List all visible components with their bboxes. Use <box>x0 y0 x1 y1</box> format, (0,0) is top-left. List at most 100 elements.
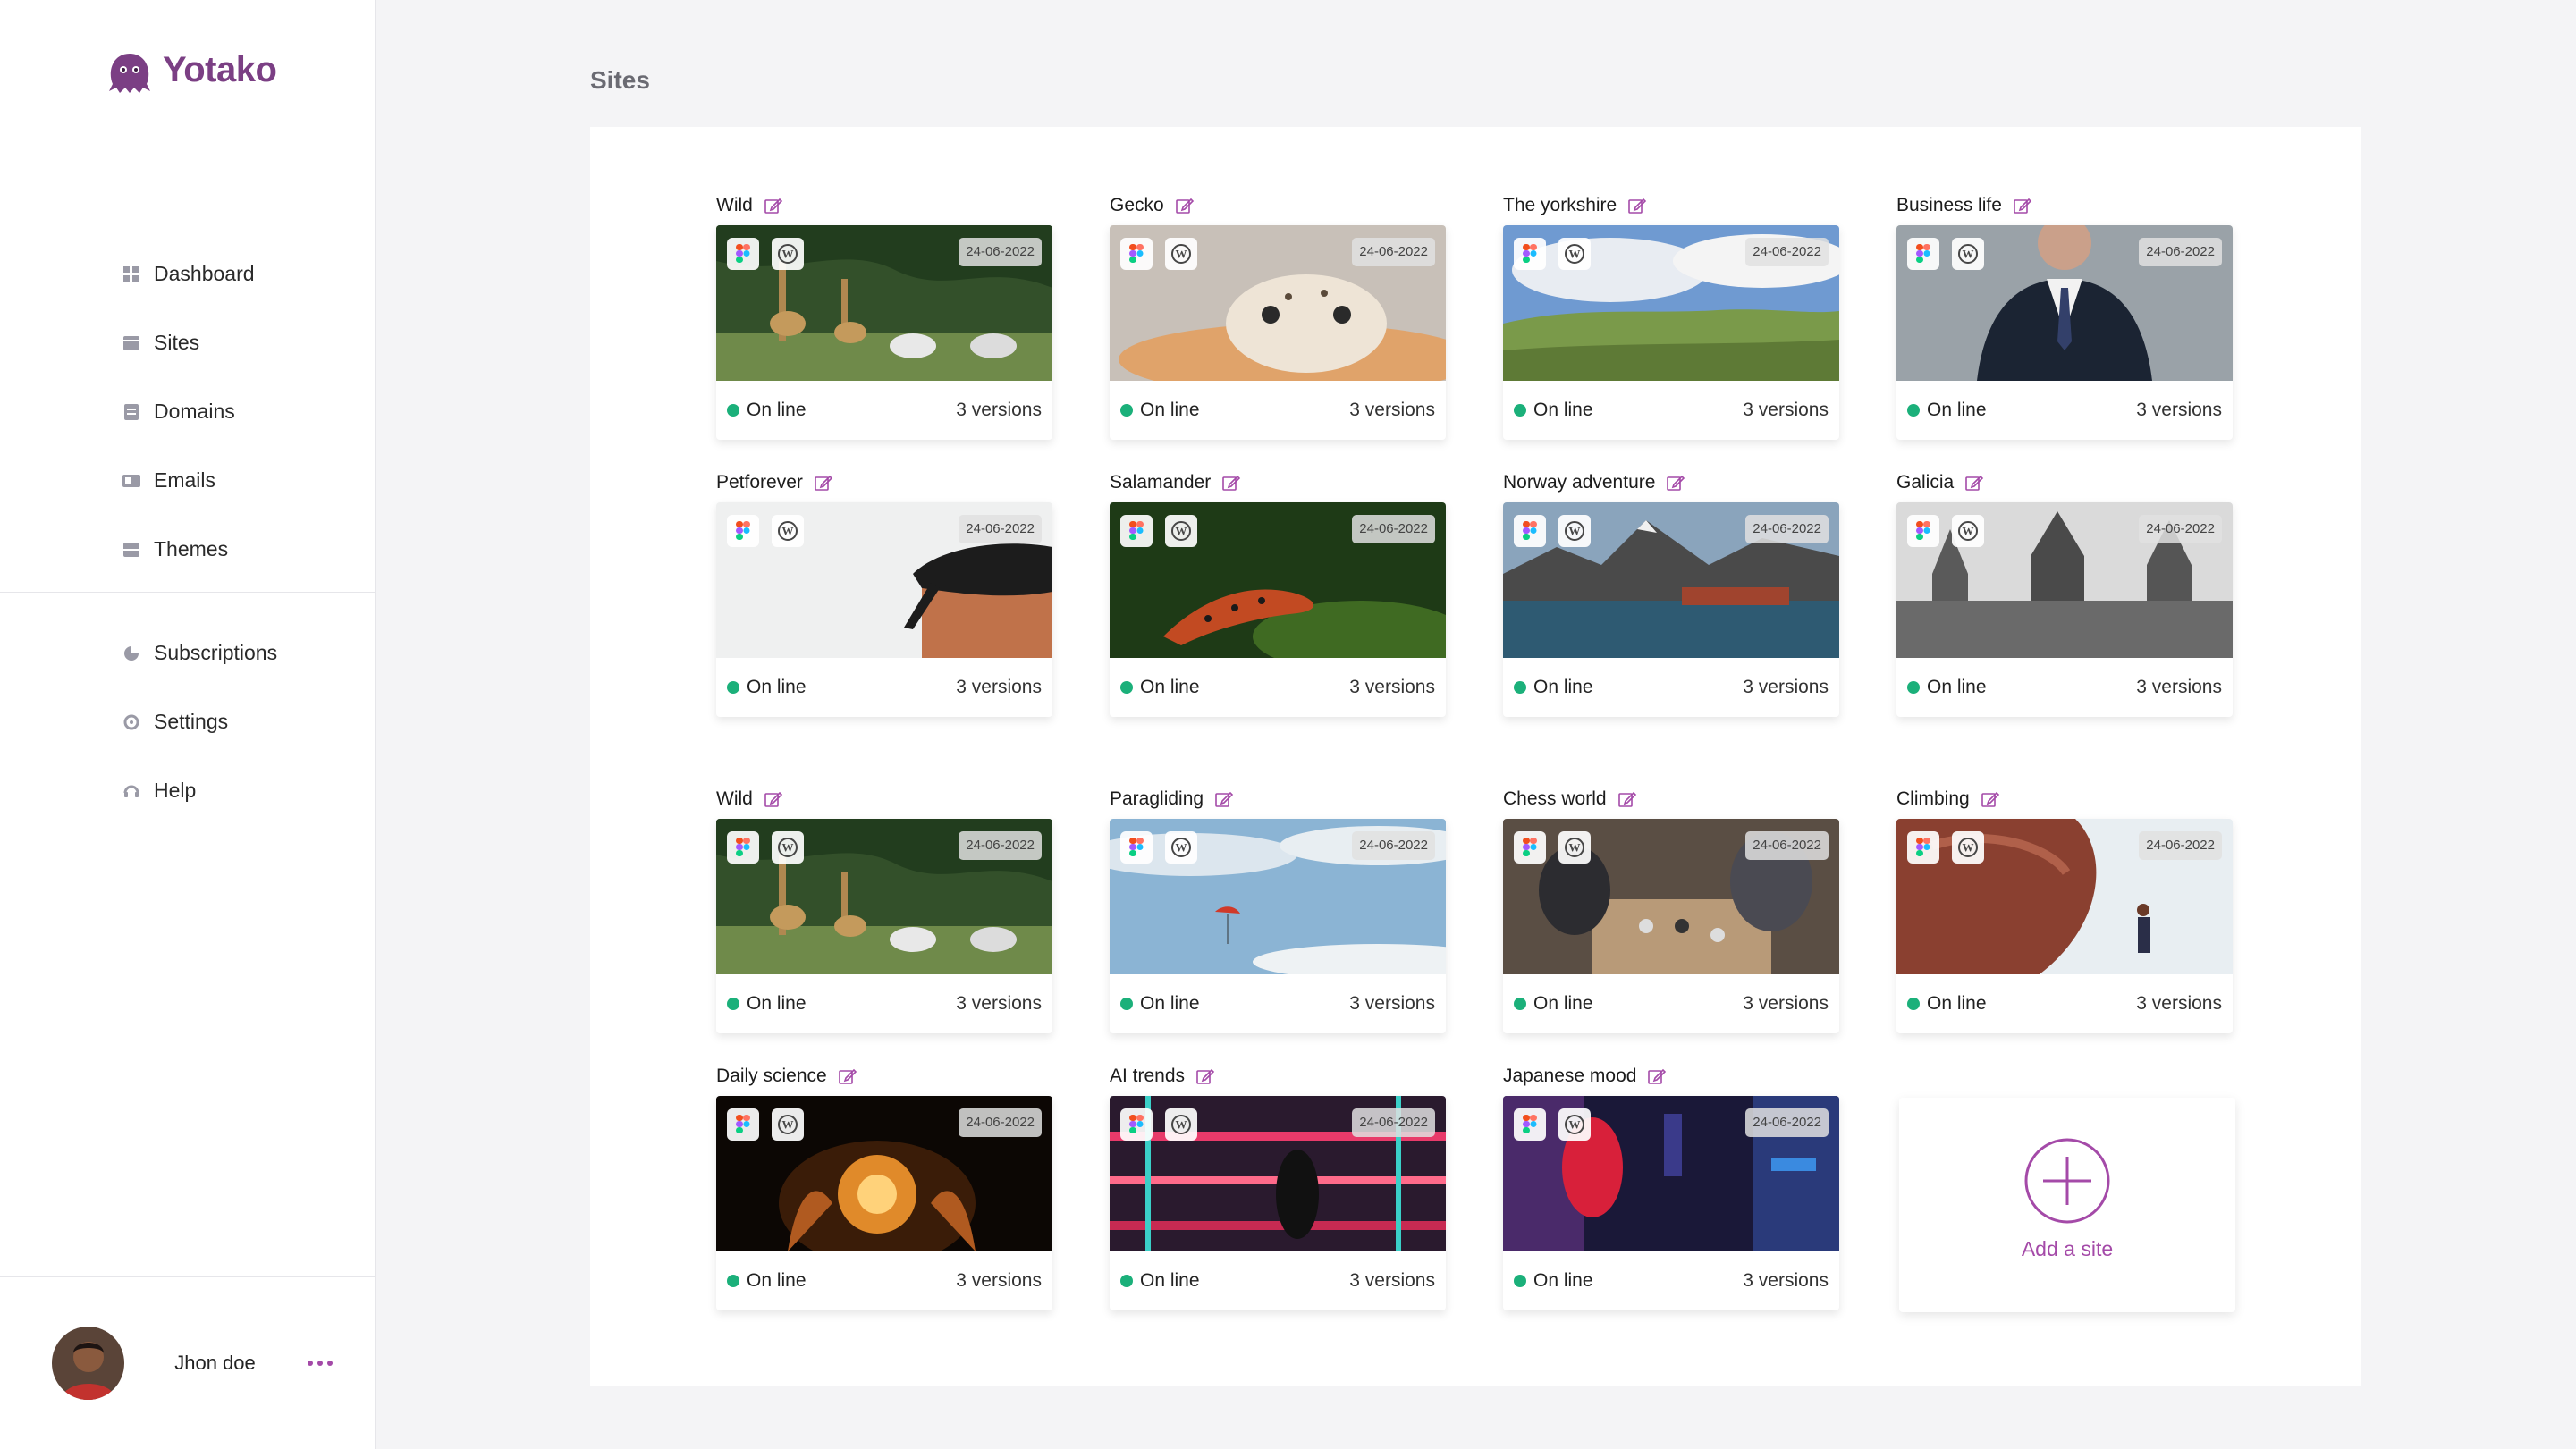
site-card[interactable]: Salamander W 24-06-2022 On line 3 versions <box>1110 463 1446 717</box>
site-card[interactable]: AI trends W 24-06-2022 On line 3 versions <box>1110 1057 1446 1310</box>
site-card-body[interactable]: W 24-06-2022 On line 3 versions <box>1896 819 2233 1033</box>
edit-icon[interactable] <box>1195 1066 1215 1086</box>
site-card-body[interactable]: W 24-06-2022 On line 3 versions <box>1896 225 2233 440</box>
versions-count[interactable]: 3 versions <box>2136 993 2222 1015</box>
edit-icon[interactable] <box>1964 473 1984 493</box>
site-card-body[interactable]: W 24-06-2022 On line 3 versions <box>1503 225 1839 440</box>
site-thumbnail[interactable]: W 24-06-2022 <box>716 819 1052 974</box>
add-site-button[interactable]: Add a site <box>1899 1098 2235 1312</box>
figma-icon[interactable] <box>1514 515 1546 547</box>
versions-count[interactable]: 3 versions <box>956 677 1042 698</box>
figma-icon[interactable] <box>1907 831 1939 864</box>
site-thumbnail[interactable]: W 24-06-2022 <box>1110 225 1446 381</box>
site-thumbnail[interactable]: W 24-06-2022 <box>1503 502 1839 658</box>
versions-count[interactable]: 3 versions <box>1349 677 1435 698</box>
sidebar-item-sites[interactable]: Sites <box>0 308 376 377</box>
figma-icon[interactable] <box>1514 238 1546 270</box>
site-card[interactable]: Norway adventure W 24-06-2022 On line 3 vers… <box>1503 463 1839 717</box>
site-card-body[interactable]: W 24-06-2022 On line 3 versions <box>1110 502 1446 717</box>
more-options-button[interactable] <box>302 1355 338 1371</box>
sidebar-item-emails[interactable]: Emails <box>0 446 376 515</box>
edit-icon[interactable] <box>1627 196 1647 215</box>
site-thumbnail[interactable]: W 24-06-2022 <box>1503 1096 1839 1251</box>
wordpress-icon[interactable]: W <box>1165 1108 1197 1141</box>
site-card-body[interactable]: W 24-06-2022 On line 3 versions <box>716 1096 1052 1310</box>
sidebar-item-help[interactable]: Help <box>0 756 376 825</box>
site-card-body[interactable]: W 24-06-2022 On line 3 versions <box>1110 819 1446 1033</box>
site-thumbnail[interactable]: W 24-06-2022 <box>716 225 1052 381</box>
sidebar-item-settings[interactable]: Settings <box>0 687 376 756</box>
wordpress-icon[interactable]: W <box>1952 515 1984 547</box>
sidebar-item-subscriptions[interactable]: Subscriptions <box>0 619 376 687</box>
wordpress-icon[interactable]: W <box>1952 831 1984 864</box>
edit-icon[interactable] <box>2013 196 2032 215</box>
edit-icon[interactable] <box>1647 1066 1667 1086</box>
versions-count[interactable]: 3 versions <box>956 993 1042 1015</box>
site-card[interactable]: Chess world W 24-06-2022 On line 3 versions <box>1503 779 1839 1033</box>
figma-icon[interactable] <box>1907 238 1939 270</box>
wordpress-icon[interactable]: W <box>772 515 804 547</box>
wordpress-icon[interactable]: W <box>1952 238 1984 270</box>
site-card-body[interactable]: W 24-06-2022 On line 3 versions <box>1896 502 2233 717</box>
site-card-body[interactable]: W 24-06-2022 On line 3 versions <box>1503 502 1839 717</box>
site-card[interactable]: Wild W 24-06-2022 On line 3 versions <box>716 186 1052 440</box>
figma-icon[interactable] <box>1120 831 1153 864</box>
edit-icon[interactable] <box>1214 789 1234 809</box>
site-card-body[interactable]: W 24-06-2022 On line 3 versions <box>1503 819 1839 1033</box>
site-thumbnail[interactable]: W 24-06-2022 <box>1110 819 1446 974</box>
edit-icon[interactable] <box>764 789 783 809</box>
wordpress-icon[interactable]: W <box>1558 238 1591 270</box>
wordpress-icon[interactable]: W <box>1558 1108 1591 1141</box>
avatar[interactable] <box>52 1327 125 1400</box>
site-card[interactable]: Paragliding W 24-06-2022 On line 3 versions <box>1110 779 1446 1033</box>
wordpress-icon[interactable]: W <box>772 238 804 270</box>
edit-icon[interactable] <box>1617 789 1637 809</box>
versions-count[interactable]: 3 versions <box>1349 993 1435 1015</box>
wordpress-icon[interactable]: W <box>772 831 804 864</box>
site-thumbnail[interactable]: W 24-06-2022 <box>1503 225 1839 381</box>
site-thumbnail[interactable]: W 24-06-2022 <box>1896 225 2233 381</box>
figma-icon[interactable] <box>1514 1108 1546 1141</box>
edit-icon[interactable] <box>814 473 833 493</box>
site-card-body[interactable]: W 24-06-2022 On line 3 versions <box>1503 1096 1839 1310</box>
site-thumbnail[interactable]: W 24-06-2022 <box>716 1096 1052 1251</box>
site-thumbnail[interactable]: W 24-06-2022 <box>1896 819 2233 974</box>
site-card-body[interactable]: W 24-06-2022 On line 3 versions <box>1110 225 1446 440</box>
figma-icon[interactable] <box>727 515 759 547</box>
site-thumbnail[interactable]: W 24-06-2022 <box>716 502 1052 658</box>
sidebar-item-themes[interactable]: Themes <box>0 515 376 584</box>
site-card-body[interactable]: W 24-06-2022 On line 3 versions <box>716 819 1052 1033</box>
site-card-body[interactable]: W 24-06-2022 On line 3 versions <box>1110 1096 1446 1310</box>
wordpress-icon[interactable]: W <box>1558 515 1591 547</box>
versions-count[interactable]: 3 versions <box>1743 677 1829 698</box>
versions-count[interactable]: 3 versions <box>1349 1270 1435 1292</box>
site-thumbnail[interactable]: W 24-06-2022 <box>1110 1096 1446 1251</box>
wordpress-icon[interactable]: W <box>1165 515 1197 547</box>
figma-icon[interactable] <box>727 1108 759 1141</box>
site-thumbnail[interactable]: W 24-06-2022 <box>1896 502 2233 658</box>
edit-icon[interactable] <box>1981 789 2000 809</box>
wordpress-icon[interactable]: W <box>772 1108 804 1141</box>
sidebar-item-dashboard[interactable]: Dashboard <box>0 240 376 308</box>
versions-count[interactable]: 3 versions <box>1349 400 1435 421</box>
figma-icon[interactable] <box>1120 238 1153 270</box>
figma-icon[interactable] <box>1907 515 1939 547</box>
wordpress-icon[interactable]: W <box>1165 831 1197 864</box>
site-card-body[interactable]: W 24-06-2022 On line 3 versions <box>716 225 1052 440</box>
versions-count[interactable]: 3 versions <box>1743 400 1829 421</box>
versions-count[interactable]: 3 versions <box>2136 677 2222 698</box>
site-card[interactable]: Business life W 24-06-2022 On line 3 version… <box>1896 186 2233 440</box>
site-thumbnail[interactable]: W 24-06-2022 <box>1110 502 1446 658</box>
wordpress-icon[interactable]: W <box>1165 238 1197 270</box>
figma-icon[interactable] <box>1514 831 1546 864</box>
figma-icon[interactable] <box>727 831 759 864</box>
site-card[interactable]: Petforever W 24-06-2022 On line 3 versions <box>716 463 1052 717</box>
logo[interactable]: Yotako <box>100 45 277 95</box>
sidebar-item-domains[interactable]: Domains <box>0 377 376 446</box>
figma-icon[interactable] <box>727 238 759 270</box>
site-thumbnail[interactable]: W 24-06-2022 <box>1503 819 1839 974</box>
edit-icon[interactable] <box>1221 473 1241 493</box>
versions-count[interactable]: 3 versions <box>956 400 1042 421</box>
versions-count[interactable]: 3 versions <box>1743 1270 1829 1292</box>
edit-icon[interactable] <box>1666 473 1685 493</box>
